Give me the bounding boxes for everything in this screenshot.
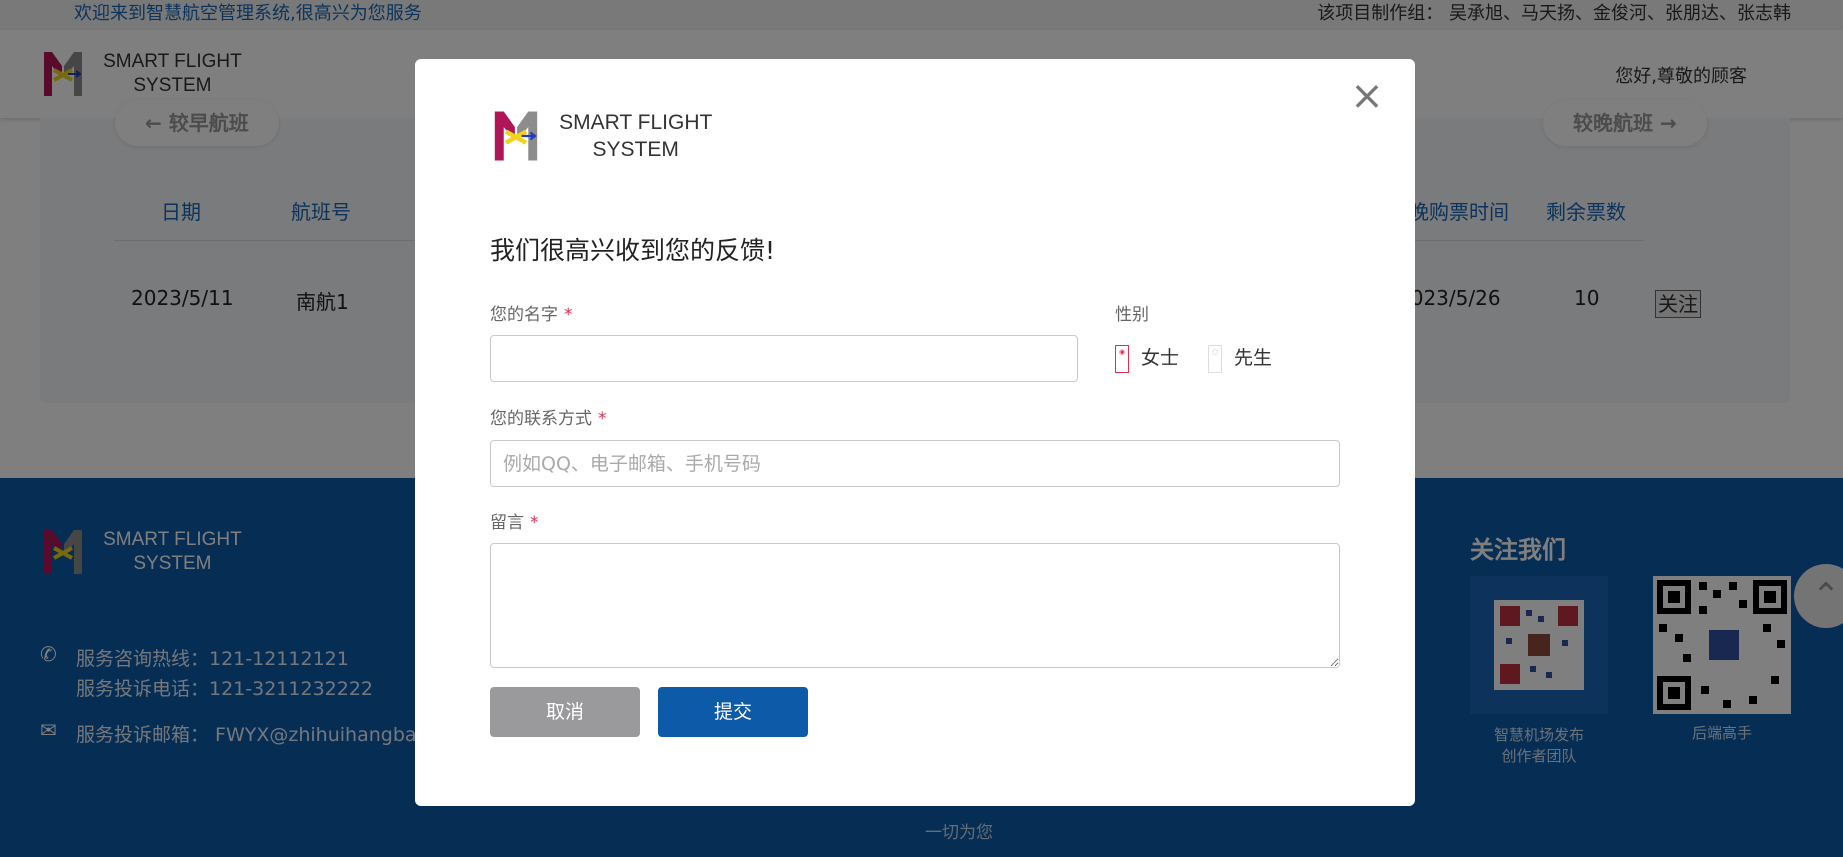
contact-label: 您的联系方式 * [490, 404, 607, 429]
contact-label-text: 您的联系方式 [490, 409, 592, 429]
name-label: 您的名字 * [490, 300, 573, 325]
gender-option-female[interactable]: ◉ 女士 [1115, 343, 1179, 373]
contact-input[interactable] [490, 440, 1340, 487]
message-label: 留言 * [490, 508, 539, 533]
modal-logo-text: SMART FLIGHT SYSTEM [559, 109, 712, 163]
gender-option-male[interactable]: ○ 先生 [1208, 343, 1272, 373]
required-mark: * [530, 513, 539, 533]
message-label-text: 留言 [490, 513, 524, 533]
close-icon[interactable]: × [1349, 76, 1385, 116]
required-mark: * [564, 305, 573, 325]
gender-label: 性别 [1115, 305, 1149, 325]
required-mark: * [598, 409, 607, 429]
message-textarea[interactable] [490, 543, 1340, 668]
gender-option-male-label: 先生 [1234, 347, 1273, 369]
submit-button[interactable]: 提交 [658, 687, 808, 737]
modal-logo: SMART FLIGHT SYSTEM [490, 107, 712, 165]
modal-heading: 我们很高兴收到您的反馈! [490, 236, 776, 265]
gender-option-female-label: 女士 [1141, 347, 1180, 369]
name-input[interactable] [490, 335, 1078, 382]
feedback-modal: × SMART FLIGHT SYSTEM 我们很高兴收到您的反馈! 您的名字 *… [415, 59, 1415, 806]
radio-selected-icon: ◉ [1115, 344, 1129, 373]
modal-logo-mark-icon [494, 111, 538, 161]
modal-logo-line-2: SYSTEM [592, 138, 679, 161]
modal-logo-line-1: SMART FLIGHT [559, 111, 713, 134]
cancel-button[interactable]: 取消 [490, 687, 640, 737]
radio-unselected-icon: ○ [1208, 344, 1222, 373]
name-label-text: 您的名字 [490, 305, 558, 325]
